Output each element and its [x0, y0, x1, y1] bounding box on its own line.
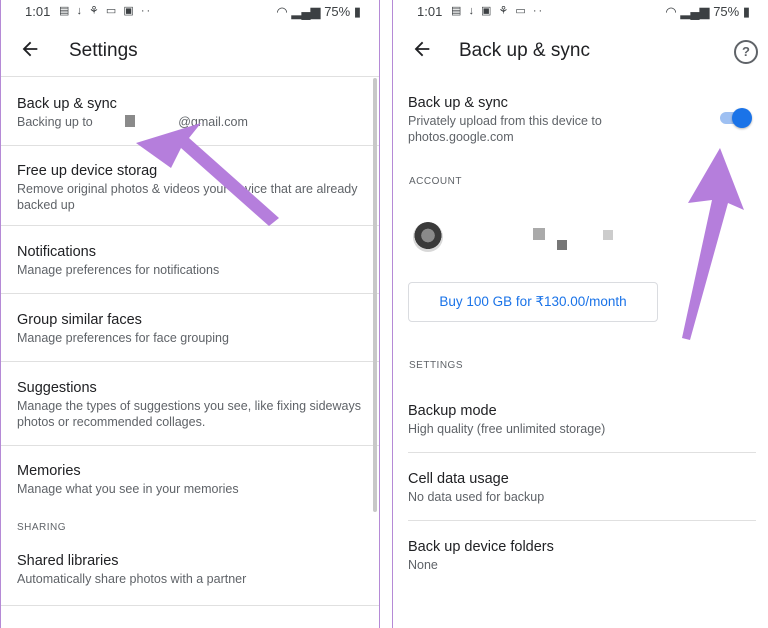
setting-subtitle: Manage the types of suggestions you see,… — [17, 399, 361, 429]
setting-backup-mode[interactable]: Backup mode High quality (free unlimited… — [408, 402, 605, 437]
backup-toggle[interactable] — [718, 108, 752, 128]
setting-memories[interactable]: Memories Manage what you see in your mem… — [1, 446, 379, 536]
status-right: ◠ ▂▄▆ 75% ▮ — [665, 4, 750, 20]
status-right: ◠ ▂▄▆ 75% ▮ — [276, 4, 361, 20]
status-bar: 1:01 ▤ ↓ ▣ ⚘ ▭ ·· ◠ ▂▄▆ 75% ▮ — [393, 0, 768, 24]
redacted-account — [557, 240, 567, 250]
setting-title: Cell data usage — [408, 471, 509, 487]
annotation-arrow — [682, 148, 744, 340]
battery-icon: ▮ — [742, 4, 750, 19]
setting-title: Back up & sync — [17, 96, 117, 112]
page-title: Back up & sync — [459, 40, 590, 61]
backup-title: Back up & sync — [408, 95, 508, 111]
notification-icons: ▤ ↓ ▣ ⚘ ▭ ·· — [451, 5, 545, 17]
setting-title: Notifications — [17, 244, 96, 260]
setting-subtitle: High quality (free unlimited storage) — [408, 422, 606, 436]
notification-icons: ▤ ↓ ⚘ ▭ ▣ ·· — [59, 5, 153, 17]
wifi-icon: ◠ — [276, 4, 288, 19]
setting-shared-libraries[interactable]: Shared libraries Automatically share pho… — [1, 536, 379, 606]
scrollbar[interactable] — [373, 78, 377, 512]
battery-percent: 75% — [324, 4, 351, 19]
setting-device-folders[interactable]: Back up device folders None — [408, 538, 554, 573]
backup-account-prefix: Backing up to — [17, 115, 93, 129]
setting-suggestions[interactable]: Suggestions Manage the types of suggesti… — [1, 362, 379, 446]
arrow-left-icon[interactable] — [19, 38, 41, 60]
setting-notifications[interactable]: Notifications Manage preferences for not… — [1, 226, 379, 294]
buy-storage-button[interactable]: Buy 100 GB for ₹130.00/month — [408, 282, 658, 322]
setting-group-faces[interactable]: Group similar faces Manage preferences f… — [1, 294, 379, 362]
section-header-account: ACCOUNT — [409, 176, 462, 187]
battery-percent: 75% — [713, 4, 740, 19]
setting-subtitle: Manage preferences for notifications — [17, 263, 220, 277]
app-bar: Settings — [1, 28, 379, 74]
redacted-account — [603, 230, 613, 240]
app-bar: Back up & sync ? — [393, 28, 768, 74]
backup-sync-row[interactable]: Back up & sync Privately upload from thi… — [408, 94, 708, 145]
setting-title: Memories — [17, 463, 81, 479]
toggle-thumb — [732, 108, 752, 128]
setting-subtitle: Manage what you see in your memories — [17, 482, 239, 496]
avatar[interactable] — [413, 222, 443, 252]
status-time: 1:01 — [25, 4, 51, 19]
setting-subtitle: Automatically share photos with a partne… — [17, 572, 247, 586]
setting-subtitle: No data used for backup — [408, 490, 545, 504]
arrow-left-icon[interactable] — [411, 38, 433, 60]
divider — [408, 520, 756, 521]
backup-sync-screen: 1:01 ▤ ↓ ▣ ⚘ ▭ ·· ◠ ▂▄▆ 75% ▮ Back up & … — [392, 0, 768, 628]
divider — [408, 452, 756, 453]
section-header-settings: SETTINGS — [409, 360, 464, 371]
redacted-account — [533, 228, 545, 240]
status-time: 1:01 — [417, 4, 443, 19]
help-circle-icon[interactable]: ? — [734, 40, 758, 64]
backup-subtitle: Privately upload from this device to pho… — [408, 114, 602, 144]
setting-title: Group similar faces — [17, 312, 142, 328]
wifi-icon: ◠ — [665, 4, 677, 19]
setting-title: Back up device folders — [408, 539, 554, 555]
setting-subtitle: None — [408, 558, 438, 572]
setting-title: Shared libraries — [17, 553, 119, 569]
page-title: Settings — [69, 40, 138, 61]
signal-icon: ▂▄▆ — [291, 4, 321, 19]
battery-icon: ▮ — [353, 4, 361, 19]
setting-title: Suggestions — [17, 380, 97, 396]
annotation-arrow — [136, 123, 279, 226]
status-bar: 1:01 ▤ ↓ ⚘ ▭ ▣ ·· ◠ ▂▄▆ 75% ▮ — [1, 0, 379, 24]
setting-title: Backup mode — [408, 403, 497, 419]
setting-subtitle: Manage preferences for face grouping — [17, 331, 229, 345]
setting-cell-data-usage[interactable]: Cell data usage No data used for backup — [408, 470, 544, 505]
settings-screen: 1:01 ▤ ↓ ⚘ ▭ ▣ ·· ◠ ▂▄▆ 75% ▮ Settings B… — [0, 0, 380, 628]
section-header-sharing: SHARING — [17, 522, 67, 533]
signal-icon: ▂▄▆ — [680, 4, 710, 19]
